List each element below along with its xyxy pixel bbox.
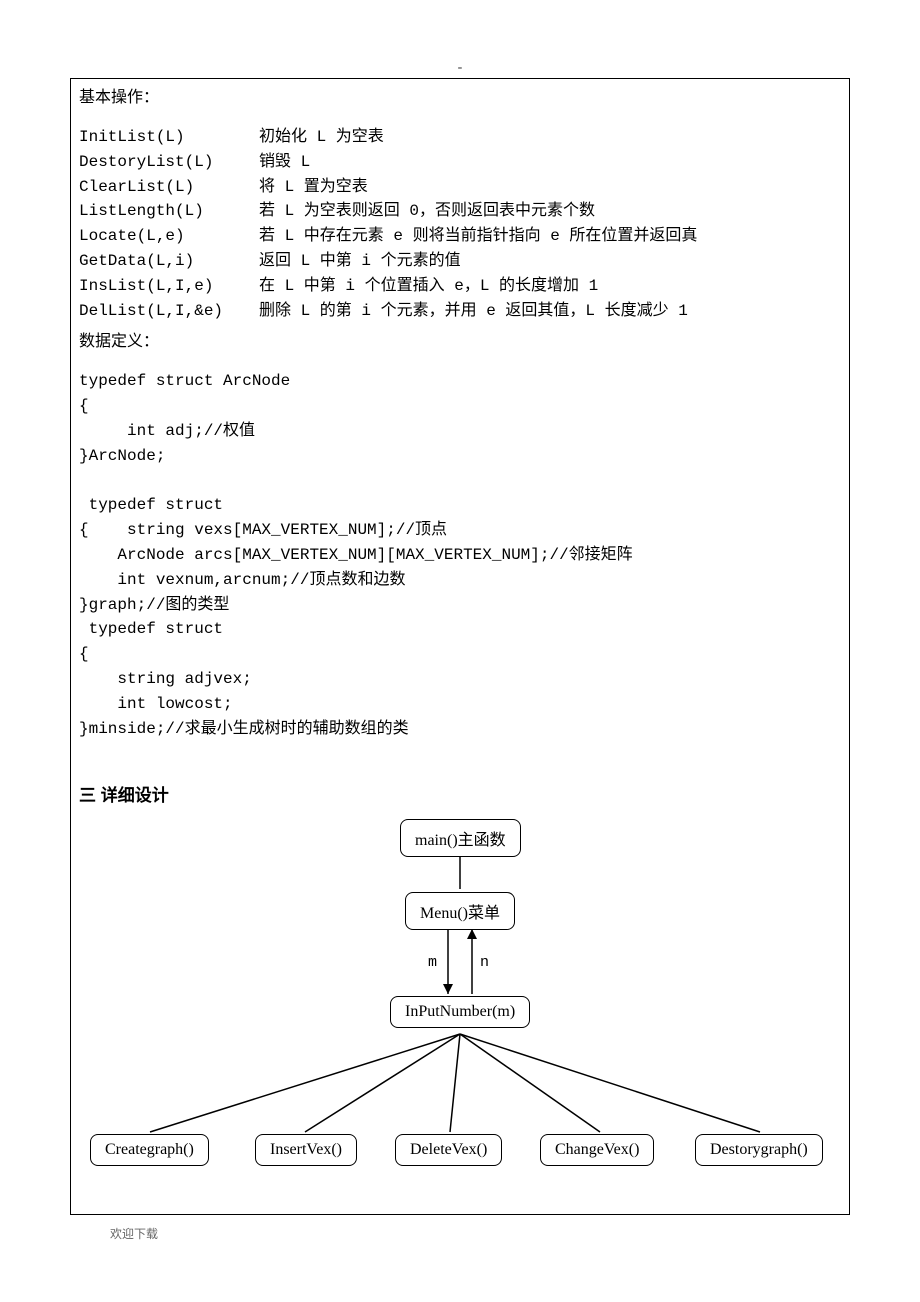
node-destorygraph: Destorygraph(): [695, 1134, 823, 1166]
op-desc: 初始化 L 为空表: [259, 125, 841, 150]
op-fn: DestoryList(L): [79, 150, 259, 175]
node-creategraph: Creategraph(): [90, 1134, 209, 1166]
op-desc: 删除 L 的第 i 个元素，并用 e 返回其值，L 长度减少 1: [259, 299, 841, 324]
op-row: DestoryList(L) 销毁 L: [79, 150, 841, 175]
page: - 基本操作： InitList(L) 初始化 L 为空表 DestoryLis…: [0, 0, 920, 1272]
content-box: 基本操作： InitList(L) 初始化 L 为空表 DestoryList(…: [70, 78, 850, 1215]
op-fn: Locate(L,e): [79, 224, 259, 249]
op-row: ClearList(L) 将 L 置为空表: [79, 175, 841, 200]
code-block: typedef struct ArcNode { int adj;//权值 }A…: [79, 369, 841, 741]
heading-basic-ops: 基本操作：: [79, 83, 841, 107]
section-title-3: 三 详细设计: [79, 781, 841, 806]
op-row: ListLength(L) 若 L 为空表则返回 0，否则返回表中元素个数: [79, 199, 841, 224]
op-row: InitList(L) 初始化 L 为空表: [79, 125, 841, 150]
op-row: Locate(L,e) 若 L 中存在元素 e 则将当前指针指向 e 所在位置并…: [79, 224, 841, 249]
operations-table: InitList(L) 初始化 L 为空表 DestoryList(L) 销毁 …: [79, 125, 841, 323]
op-fn: InsList(L,I,e): [79, 274, 259, 299]
op-row: DelList(L,I,&e) 删除 L 的第 i 个元素，并用 e 返回其值，…: [79, 299, 841, 324]
footer-text: 欢迎下载: [70, 1215, 850, 1242]
node-insertvex: InsertVex(): [255, 1134, 357, 1166]
heading-data-def: 数据定义：: [79, 327, 841, 351]
op-desc: 销毁 L: [259, 150, 841, 175]
op-fn: InitList(L): [79, 125, 259, 150]
top-dash: -: [70, 60, 850, 76]
node-input: InPutNumber(m): [390, 996, 530, 1028]
edge-label-m: m: [428, 954, 437, 971]
op-desc: 若 L 中存在元素 e 则将当前指针指向 e 所在位置并返回真: [259, 224, 841, 249]
op-desc: 若 L 为空表则返回 0，否则返回表中元素个数: [259, 199, 841, 224]
op-fn: ListLength(L): [79, 199, 259, 224]
op-desc: 在 L 中第 i 个位置插入 e，L 的长度增加 1: [259, 274, 841, 299]
op-desc: 返回 L 中第 i 个元素的值: [259, 249, 841, 274]
node-main: main()主函数: [400, 819, 521, 857]
op-fn: GetData(L,i): [79, 249, 259, 274]
flow-diagram: main()主函数 Menu()菜单 m n InPutNumber(m) Cr…: [80, 814, 840, 1194]
node-menu: Menu()菜单: [405, 892, 515, 930]
op-desc: 将 L 置为空表: [259, 175, 841, 200]
op-fn: DelList(L,I,&e): [79, 299, 259, 324]
op-row: InsList(L,I,e) 在 L 中第 i 个位置插入 e，L 的长度增加 …: [79, 274, 841, 299]
op-fn: ClearList(L): [79, 175, 259, 200]
edge-label-n: n: [480, 954, 489, 971]
op-row: GetData(L,i) 返回 L 中第 i 个元素的值: [79, 249, 841, 274]
node-changevex: ChangeVex(): [540, 1134, 654, 1166]
node-deletevex: DeleteVex(): [395, 1134, 502, 1166]
